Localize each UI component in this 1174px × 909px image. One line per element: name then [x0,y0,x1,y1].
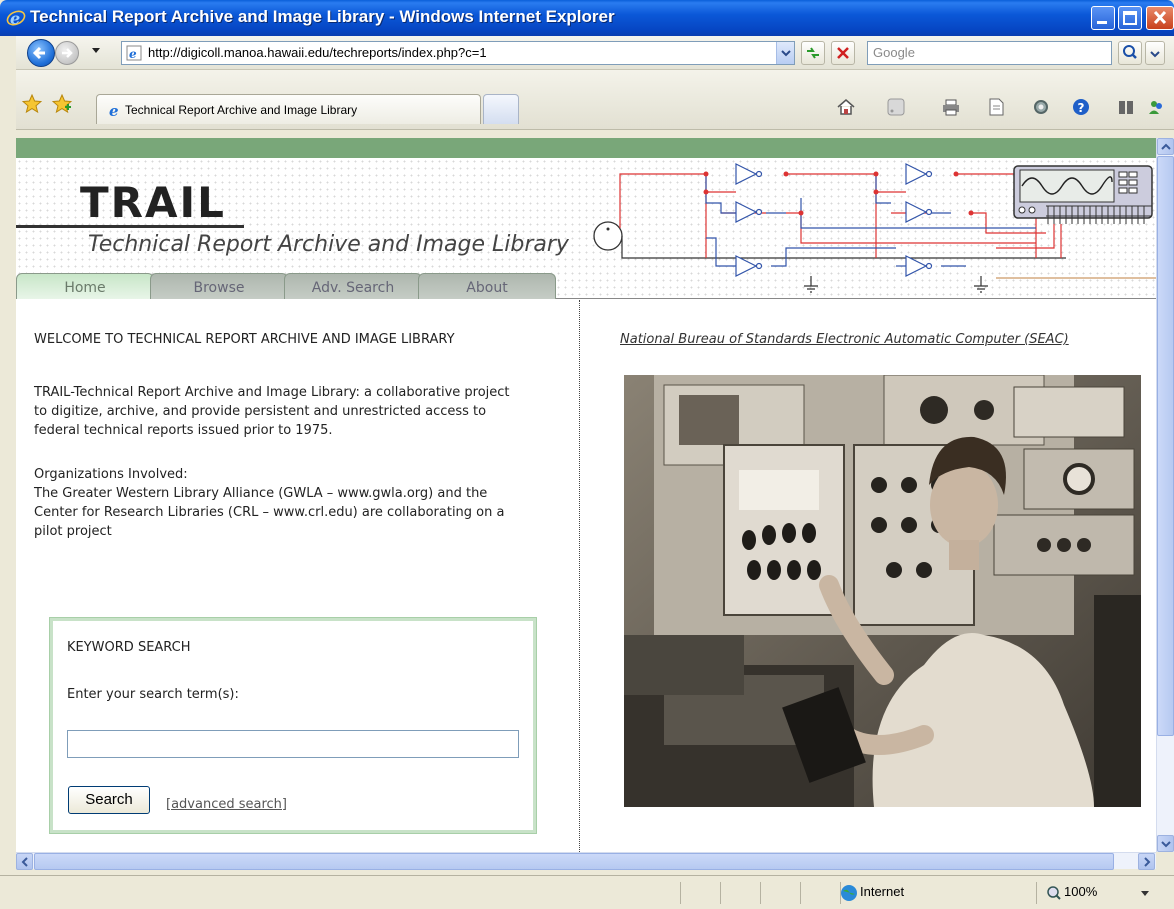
svg-text:e: e [10,9,20,28]
address-toolbar: e http://digicoll.manoa.hawaii.edu/techr… [0,36,1174,70]
minimize-icon [1097,21,1107,24]
page-viewport: TRAIL Technical Report Archive and Image… [16,138,1156,852]
tab-label: Technical Report Archive and Image Libra… [125,103,358,117]
back-button[interactable] [27,39,55,67]
address-bar[interactable]: e http://digicoll.manoa.hawaii.edu/techr… [121,41,795,65]
nav-tab-about[interactable]: About [418,273,556,299]
chevron-down-icon [1161,841,1171,848]
seac-computer-photo [624,375,1141,807]
keyword-search-input[interactable] [67,730,519,758]
scroll-right-button[interactable] [1138,853,1155,870]
welcome-heading: WELCOME TO TECHNICAL REPORT ARCHIVE AND … [34,332,455,347]
site-logo[interactable]: TRAIL [80,178,226,227]
search-panel-title: KEYWORD SEARCH [67,640,191,655]
keyword-search-panel: KEYWORD SEARCH Enter your search term(s)… [49,617,537,834]
ie-logo-icon: e [6,9,26,28]
maximize-button[interactable] [1118,6,1142,30]
close-button[interactable] [1146,6,1174,30]
site-subtitle: Technical Report Archive and Image Libra… [88,232,569,257]
address-dropdown-button[interactable] [776,42,794,64]
internet-globe-icon [841,885,857,901]
scroll-left-button[interactable] [16,853,33,870]
advanced-search-link[interactable]: [advanced search] [166,797,287,812]
chevron-down-icon [781,50,791,57]
favorites-star-icon[interactable] [22,94,42,114]
orgs-heading: Organizations Involved: [34,467,188,482]
svg-text:?: ? [1078,101,1085,115]
chevron-down-icon[interactable] [1140,890,1150,898]
tab-bar: e Technical Report Archive and Image Lib… [0,70,1174,130]
home-icon[interactable] [836,97,856,117]
status-separator [760,882,761,904]
help-icon[interactable]: ? [1071,97,1091,117]
stop-button[interactable] [831,41,855,65]
chevron-left-icon [21,857,28,867]
page-icon: e [126,45,142,61]
stop-icon [837,47,849,59]
svg-text:e: e [129,47,137,61]
horizontal-scrollbar[interactable] [16,852,1156,870]
column-divider [579,300,580,852]
zoom-icon [1047,886,1061,900]
search-button[interactable] [1118,41,1142,65]
status-separator [1036,882,1037,904]
status-separator [800,882,801,904]
scroll-up-button[interactable] [1157,138,1174,155]
chevron-up-icon [1161,143,1171,150]
window-title: Technical Report Archive and Image Libra… [30,7,615,26]
chevron-down-icon [1150,51,1160,58]
status-separator [720,882,721,904]
search-placeholder: Google [873,45,915,60]
photo-caption-link[interactable]: National Bureau of Standards Electronic … [620,332,1069,347]
horizontal-scroll-thumb[interactable] [34,853,1114,870]
zoom-level[interactable]: 100% [1064,884,1097,899]
svg-text:e: e [109,102,119,118]
tools-gear-icon[interactable] [1031,97,1051,117]
circuit-diagram-illustration [593,163,1156,293]
search-submit-button[interactable]: Search [68,786,150,814]
research-icon[interactable] [1116,97,1136,117]
minimize-button[interactable] [1091,6,1115,30]
search-icon [1123,45,1137,59]
messenger-icon[interactable] [1146,97,1166,117]
chevron-right-icon [1144,857,1151,867]
vertical-scrollbar[interactable] [1156,138,1174,852]
tab-active[interactable]: e Technical Report Archive and Image Lib… [96,94,481,124]
page-menu-icon[interactable] [986,97,1006,117]
nav-tab-home[interactable]: Home [16,273,154,299]
add-favorites-icon[interactable] [52,94,72,114]
search-field-label: Enter your search term(s): [67,687,239,702]
close-icon [1153,10,1167,25]
security-zone[interactable]: Internet [860,884,904,899]
back-arrow-icon [32,46,45,60]
print-icon[interactable] [941,97,961,117]
nav-tab-browse[interactable]: Browse [150,273,288,299]
ie-tab-icon: e [109,102,119,118]
forward-arrow-icon [62,48,73,58]
history-dropdown-icon[interactable] [92,48,100,53]
command-bar: ? [816,92,1174,122]
new-tab-button[interactable] [483,94,519,124]
status-separator [680,882,681,904]
intro-paragraph: TRAIL-Technical Report Archive and Image… [34,385,510,438]
nav-tab-adv-search[interactable]: Adv. Search [284,273,422,299]
url-text[interactable]: http://digicoll.manoa.hawaii.edu/techrep… [148,45,487,60]
site-top-bar [16,138,1156,158]
window-frame-left [0,36,16,872]
search-options-button[interactable] [1145,41,1165,65]
title-bar: e Technical Report Archive and Image Lib… [0,0,1174,36]
refresh-button[interactable] [801,41,825,65]
feeds-icon[interactable] [886,97,906,117]
search-input[interactable]: Google [867,41,1112,65]
status-bar: Internet 100% [0,875,1174,909]
scroll-down-button[interactable] [1157,835,1174,852]
maximize-icon [1123,11,1137,25]
seac-photo-illustration [624,375,1141,807]
vertical-scroll-thumb[interactable] [1157,156,1174,736]
forward-button[interactable] [55,41,79,65]
orgs-paragraph: The Greater Western Library Alliance (GW… [34,486,505,539]
logo-underline [16,225,244,228]
refresh-icon [807,47,819,59]
